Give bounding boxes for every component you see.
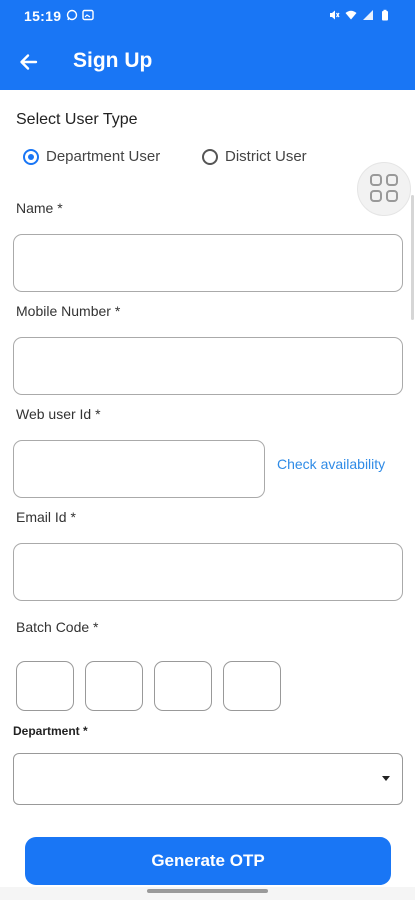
mute-icon <box>330 10 340 20</box>
home-gesture-handle[interactable] <box>147 889 268 893</box>
email-field[interactable] <box>13 543 403 601</box>
edge-panel-handle[interactable] <box>411 195 414 320</box>
status-bar: 15:19 <box>0 0 415 32</box>
floating-menu-button[interactable] <box>357 162 411 216</box>
batch-code-digit-4[interactable] <box>223 661 281 711</box>
radio-unchecked-icon[interactable] <box>202 148 218 165</box>
web-user-id-field[interactable] <box>13 440 265 498</box>
check-availability-link[interactable]: Check availability <box>277 456 385 472</box>
mobile-number-field[interactable] <box>13 337 403 395</box>
name-field[interactable] <box>13 234 403 292</box>
radio-label-district-user: District User <box>225 148 307 165</box>
email-label: Email Id * <box>16 509 76 525</box>
grid-icon <box>370 174 382 186</box>
radio-district-user[interactable]: District User <box>202 148 307 165</box>
radio-department-user[interactable]: Department User <box>23 148 160 165</box>
mobile-label: Mobile Number * <box>16 303 121 319</box>
web-user-id-label: Web user Id * <box>16 406 101 422</box>
department-dropdown[interactable] <box>13 753 403 805</box>
user-type-label: Select User Type <box>16 111 138 128</box>
signal-icon <box>363 10 373 20</box>
department-label: Department * <box>13 724 88 738</box>
dropdown-arrow-icon <box>382 776 390 781</box>
batch-code-digit-2[interactable] <box>85 661 143 711</box>
batch-code-digit-3[interactable] <box>154 661 212 711</box>
radio-label-department-user: Department User <box>46 148 161 165</box>
whatsapp-icon <box>66 9 78 21</box>
gallery-icon <box>82 9 94 21</box>
system-nav-bar <box>0 887 415 900</box>
app-bar: Sign Up <box>0 32 415 90</box>
batch-code-digit-1[interactable] <box>16 661 74 711</box>
wifi-icon <box>345 10 357 20</box>
radio-checked-icon[interactable] <box>23 148 39 165</box>
status-time: 15:19 <box>24 8 62 24</box>
generate-otp-button[interactable]: Generate OTP <box>25 837 391 885</box>
page-title: Sign Up <box>73 49 153 72</box>
arrow-left-icon[interactable] <box>14 47 44 77</box>
batch-code-label: Batch Code * <box>16 619 99 635</box>
battery-icon <box>382 9 388 21</box>
name-label: Name * <box>16 200 63 216</box>
